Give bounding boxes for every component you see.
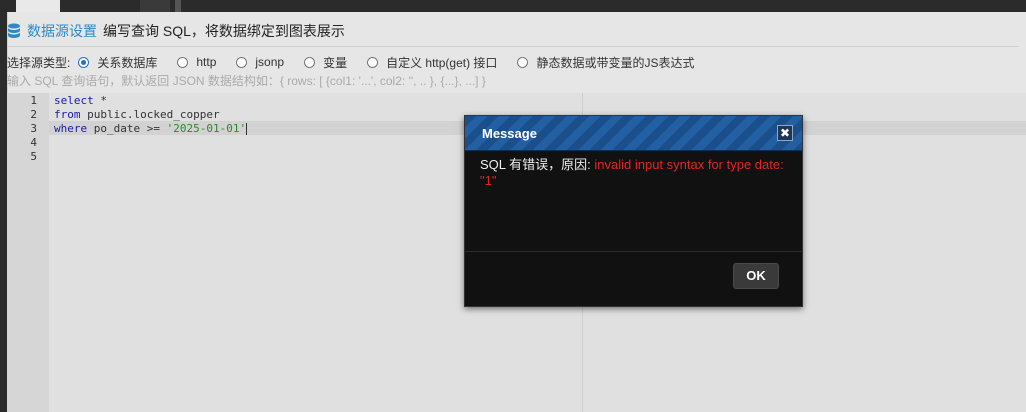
header-divider bbox=[7, 46, 1019, 47]
close-icon[interactable]: ✖ bbox=[777, 125, 793, 141]
sql-string: '2025-01-01' bbox=[166, 122, 247, 135]
line-number: 4 bbox=[30, 136, 37, 149]
source-type-label: 选择源类型: bbox=[7, 55, 71, 70]
sql-keyword: select bbox=[54, 94, 94, 107]
source-option-label: 变量 bbox=[323, 55, 348, 70]
source-type-selector: 选择源类型: 关系数据库 http jsonp 变量 自定义 http(get)… bbox=[7, 54, 714, 70]
line-number: 5 bbox=[30, 150, 37, 163]
source-option-variable[interactable]: 变量 bbox=[304, 54, 347, 71]
message-dialog: Message ✖ SQL 有错误，原因: invalid input synt… bbox=[464, 115, 803, 307]
inactive-tab[interactable] bbox=[140, 0, 170, 12]
source-option-custom-http[interactable]: 自定义 http(get) 接口 bbox=[367, 54, 497, 71]
source-option-label: 关系数据库 bbox=[97, 55, 158, 70]
left-edge bbox=[0, 12, 7, 412]
line-number: 1 bbox=[30, 94, 37, 107]
tab-scroll-handle[interactable] bbox=[175, 0, 181, 12]
source-option-label: jsonp bbox=[255, 55, 285, 69]
sql-keyword: where bbox=[54, 122, 88, 135]
top-tab-strip bbox=[0, 0, 1026, 12]
source-option-http[interactable]: http bbox=[177, 55, 216, 69]
code-line-3[interactable]: where po_date >= '2025-01-01' bbox=[54, 122, 248, 135]
panel-title: 数据源设置 bbox=[27, 23, 97, 39]
panel-header: 数据源设置 编写查询 SQL，将数据绑定到图表展示 bbox=[7, 16, 345, 46]
panel-description: 编写查询 SQL，将数据绑定到图表展示 bbox=[103, 23, 345, 39]
radio-jsonp[interactable] bbox=[236, 56, 248, 68]
radio-rdb[interactable] bbox=[78, 56, 90, 68]
code-line-2[interactable]: from public.locked_copper bbox=[54, 108, 220, 121]
dialog-body: SQL 有错误，原因: invalid input syntax for typ… bbox=[480, 157, 785, 189]
line-number: 3 bbox=[30, 122, 37, 135]
dialog-header[interactable]: Message ✖ bbox=[465, 116, 802, 151]
sql-text: * bbox=[93, 94, 107, 107]
source-option-rdb[interactable]: 关系数据库 bbox=[78, 54, 157, 71]
radio-variable[interactable] bbox=[304, 56, 316, 68]
text-cursor bbox=[246, 123, 248, 135]
ok-button[interactable]: OK bbox=[733, 263, 779, 289]
dialog-title: Message bbox=[482, 126, 537, 141]
sql-text: po_date >= bbox=[87, 122, 167, 135]
source-option-static[interactable]: 静态数据或带变量的JS表达式 bbox=[517, 54, 694, 71]
source-option-label: 静态数据或带变量的JS表达式 bbox=[536, 55, 695, 70]
sql-keyword: from bbox=[54, 108, 81, 121]
source-option-jsonp[interactable]: jsonp bbox=[236, 55, 284, 69]
radio-static[interactable] bbox=[517, 56, 529, 68]
error-message-prefix: SQL 有错误，原因: bbox=[480, 157, 595, 172]
line-number: 2 bbox=[30, 108, 37, 121]
code-line-1[interactable]: select * bbox=[54, 94, 107, 107]
sql-hint: 输入 SQL 查询语句，默认返回 JSON 数据结构如：{ rows: [ {c… bbox=[7, 74, 486, 88]
sql-text: public.locked_copper bbox=[80, 108, 220, 121]
radio-http[interactable] bbox=[177, 56, 189, 68]
source-option-label: http bbox=[196, 55, 217, 69]
active-tab[interactable] bbox=[16, 0, 60, 12]
source-option-label: 自定义 http(get) 接口 bbox=[386, 55, 498, 70]
database-icon bbox=[8, 23, 20, 38]
radio-custom-http[interactable] bbox=[367, 56, 379, 68]
dialog-footer-divider bbox=[465, 251, 802, 252]
editor-gutter: 1 2 3 4 5 bbox=[7, 93, 49, 412]
